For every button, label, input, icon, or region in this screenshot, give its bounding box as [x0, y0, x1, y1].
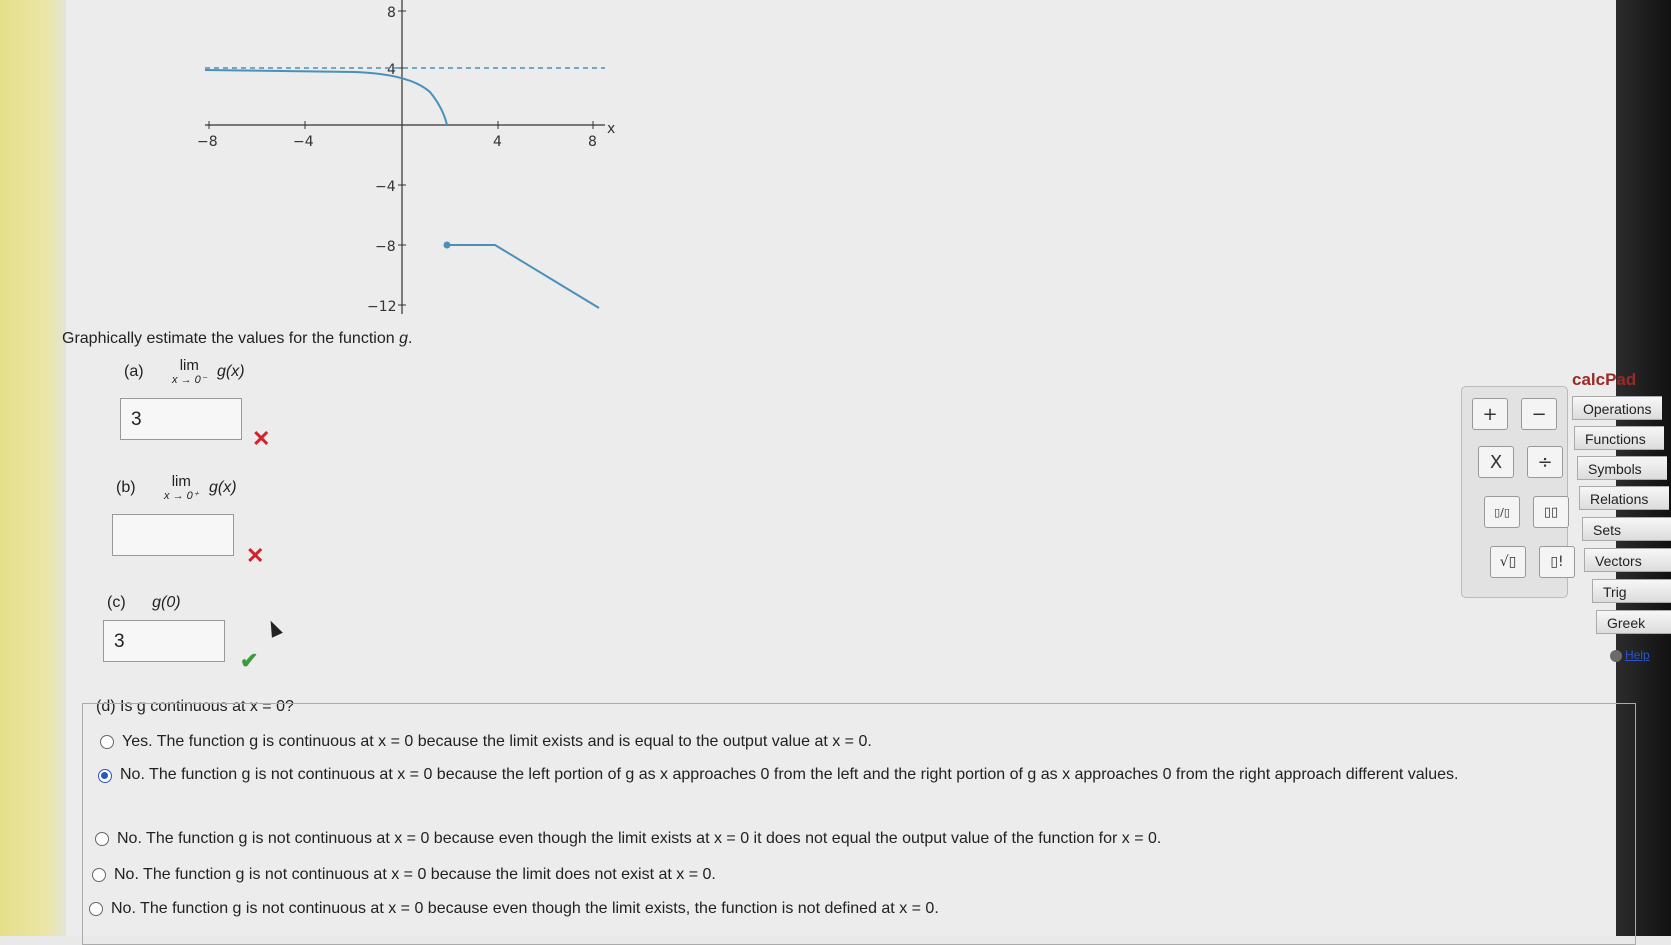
option-text: No. The function g is not continuous at … — [111, 900, 939, 917]
x-tick-label: 4 — [493, 134, 502, 150]
prompt-text-end: . — [407, 330, 413, 347]
option-3[interactable]: No. The function g is not continuous at … — [95, 830, 1615, 848]
answer-input-c[interactable]: 3 — [103, 620, 225, 662]
lim-word: lim — [171, 473, 191, 490]
limit-notation-a: lim x → 0⁻ — [172, 357, 207, 387]
incorrect-icon: ✕ — [252, 426, 271, 451]
sqrt-key[interactable]: √▯ — [1490, 546, 1526, 578]
lim-subscript: x → 0⁺ — [164, 490, 199, 502]
radio-button[interactable] — [89, 902, 103, 916]
y-tick-label: −8 — [375, 239, 396, 255]
option-5[interactable]: No. The function g is not continuous at … — [89, 900, 1609, 918]
radio-button[interactable] — [100, 735, 114, 749]
radio-button[interactable] — [92, 868, 106, 882]
function-expression: g(0) — [152, 594, 181, 611]
radio-button[interactable] — [95, 832, 109, 846]
multiply-key[interactable]: X — [1478, 446, 1514, 478]
prompt-function-name: g — [399, 330, 408, 347]
y-tick-label: −4 — [375, 179, 396, 195]
x-axis-label: x — [607, 121, 615, 137]
option-text: No. The function g is not continuous at … — [114, 866, 716, 883]
option-text: Yes. The function g is continuous at x =… — [122, 733, 872, 750]
right-branch — [447, 244, 600, 309]
factorial-key[interactable]: ▯! — [1539, 546, 1575, 578]
answer-input-b[interactable] — [112, 514, 234, 556]
calcpad-title: calcPad — [1572, 370, 1637, 389]
answer-input-a[interactable]: 3 — [120, 398, 242, 440]
option-2[interactable]: No. The function g is not continuous at … — [98, 766, 1628, 788]
help-icon — [1610, 649, 1622, 662]
option-text: No. The function g is not continuous at … — [117, 830, 1162, 847]
y-tick-label: 8 — [387, 5, 396, 21]
tab-functions[interactable]: Functions — [1574, 426, 1664, 450]
tab-greek[interactable]: Greek — [1596, 610, 1671, 634]
function-expression: g(x) — [217, 363, 245, 381]
lim-subscript: x → 0⁻ — [172, 374, 207, 386]
tab-operations[interactable]: Operations — [1572, 396, 1662, 420]
incorrect-icon: ✕ — [246, 543, 265, 568]
function-expression: g(x) — [209, 479, 237, 497]
radio-button-selected[interactable] — [98, 769, 112, 783]
part-a-label: (a) lim x → 0⁻ g(x) — [124, 357, 245, 387]
help-label: Help — [1625, 648, 1650, 662]
tab-sets[interactable]: Sets — [1582, 517, 1671, 541]
tab-relations[interactable]: Relations — [1579, 486, 1669, 510]
part-b-label: (b) lim x → 0⁺ g(x) — [116, 473, 237, 503]
left-decorative-strip — [0, 0, 66, 936]
fraction-key[interactable]: ▯/▯ — [1484, 496, 1520, 528]
left-curve — [204, 69, 448, 126]
minus-key[interactable]: − — [1521, 398, 1557, 430]
option-1[interactable]: Yes. The function g is continuous at x =… — [100, 733, 1620, 751]
option-text: No. The function g is not continuous at … — [120, 766, 1459, 783]
part-c-letter: (c) — [107, 594, 126, 611]
option-4[interactable]: No. The function g is not continuous at … — [92, 866, 1612, 884]
plus-key[interactable]: + — [1472, 398, 1508, 430]
part-a-letter: (a) — [124, 363, 144, 381]
limit-notation-b: lim x → 0⁺ — [164, 473, 199, 503]
part-c-label: (c) g(0) — [107, 594, 181, 612]
x-tick-label: −8 — [197, 134, 218, 150]
x-tick-label: 8 — [588, 134, 597, 150]
tab-symbols[interactable]: Symbols — [1577, 456, 1667, 480]
tab-vectors[interactable]: Vectors — [1584, 548, 1671, 572]
divide-key[interactable]: ÷ — [1527, 446, 1563, 478]
function-graph: −8 −4 4 8 x 8 4 −4 −8 −12 — [197, 0, 615, 315]
y-tick-label: −12 — [367, 299, 397, 315]
x-tick-label: −4 — [293, 134, 314, 150]
exponent-key[interactable]: ▯▯ — [1533, 496, 1569, 528]
correct-check-icon: ✔ — [240, 648, 259, 673]
prompt: Graphically estimate the values for the … — [62, 330, 412, 348]
lim-word: lim — [179, 357, 199, 374]
part-b-letter: (b) — [116, 479, 136, 497]
tab-trig[interactable]: Trig — [1592, 579, 1671, 603]
prompt-text: Graphically estimate the values for the … — [62, 330, 400, 347]
help-link[interactable]: Help — [1610, 648, 1650, 662]
